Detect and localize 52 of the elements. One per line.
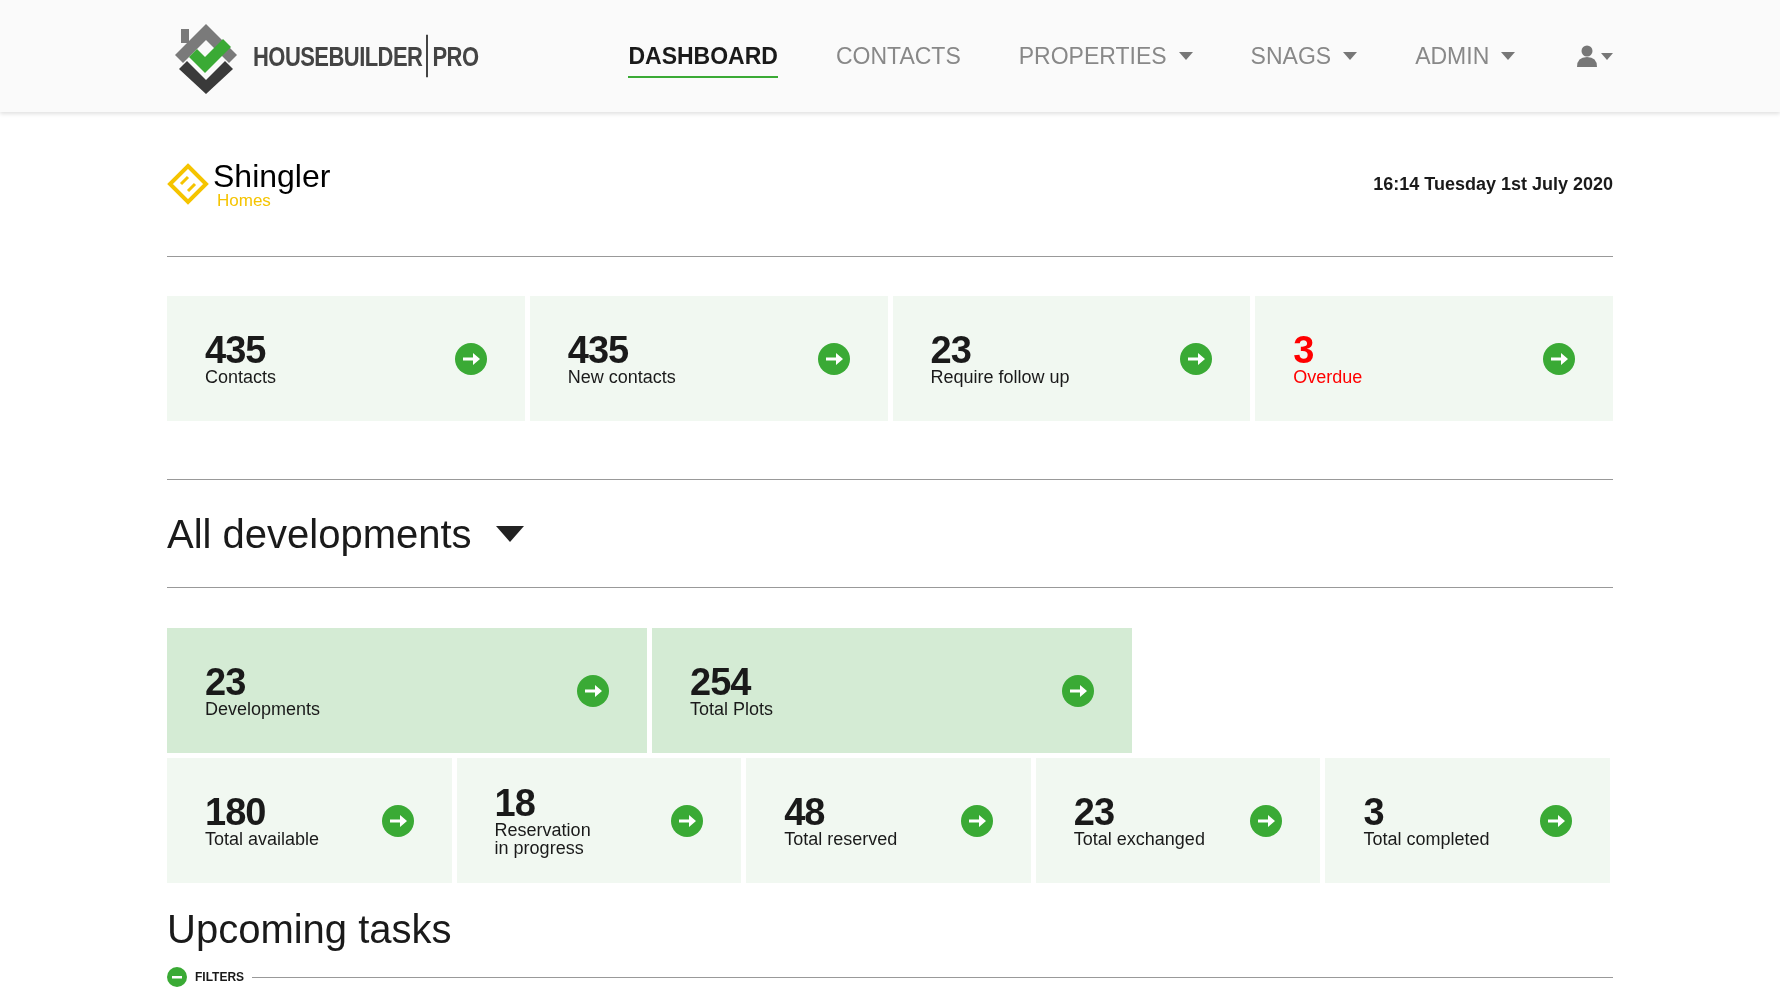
arrow-button-icon[interactable] xyxy=(1062,674,1094,707)
caret-icon xyxy=(1601,52,1613,60)
stat-value: 23 xyxy=(1073,793,1116,830)
stat-value: 435 xyxy=(567,331,630,368)
nav-link[interactable]: PROPERTIES xyxy=(1018,33,1193,79)
arrow-button-icon[interactable] xyxy=(1250,804,1283,837)
nav-link[interactable]: ADMIN xyxy=(1415,33,1516,79)
stat-label: Reservation in progress xyxy=(494,820,591,857)
arrow-button-icon[interactable] xyxy=(577,674,609,707)
arrow-button-icon[interactable] xyxy=(1543,342,1575,375)
stat-label: Overdue xyxy=(1293,367,1363,386)
date-time: 16:14 Tuesday 1st July 2020 xyxy=(1373,172,1613,196)
stat-label: Total completed xyxy=(1363,829,1490,848)
arrow-button-icon[interactable] xyxy=(960,804,993,837)
filters-label: FILTERS xyxy=(195,969,245,986)
stat-label: Total exchanged xyxy=(1073,829,1205,848)
user-menu[interactable] xyxy=(1577,45,1613,67)
stat-label: Contacts xyxy=(205,367,277,386)
arrow-button-icon[interactable] xyxy=(454,342,487,375)
arrow-button-icon[interactable] xyxy=(817,342,850,375)
stat-value: 180 xyxy=(205,793,266,830)
stat-value: 18 xyxy=(494,784,535,821)
stat-value: 23 xyxy=(930,331,971,368)
stat-value: 23 xyxy=(205,663,246,700)
stat-value: 3 xyxy=(1293,331,1314,368)
section-heading: Upcoming tasks xyxy=(167,906,453,953)
stat-label: Developments xyxy=(205,699,321,718)
development-dropdown[interactable]: All developments xyxy=(167,503,524,564)
arrow-button-icon[interactable] xyxy=(1180,342,1213,375)
stat-label: Require follow up xyxy=(930,367,1070,386)
collapse-icon[interactable] xyxy=(167,967,187,987)
stat-value: 3 xyxy=(1363,793,1384,830)
brand-name: HOUSEBUILDER xyxy=(253,39,423,74)
stat-value: 48 xyxy=(784,793,826,830)
brand-suffix: PRO xyxy=(432,39,479,74)
stat-label: Total reserved xyxy=(784,829,898,848)
company-name: Shingler xyxy=(213,159,331,192)
stat-label: Total Plots xyxy=(690,699,774,718)
nav-link[interactable]: CONTACTS xyxy=(835,33,961,79)
stat-value: 435 xyxy=(205,331,266,368)
arrow-button-icon[interactable] xyxy=(1540,804,1572,837)
diamond-logo-icon xyxy=(167,163,209,205)
caret-icon xyxy=(495,525,524,542)
nav-link[interactable]: SNAGS xyxy=(1250,33,1358,79)
user-icon xyxy=(1577,45,1597,67)
arrow-button-icon[interactable] xyxy=(671,804,704,837)
arrow-button-icon[interactable] xyxy=(381,804,414,837)
nav-link[interactable]: DASHBOARD xyxy=(628,33,778,79)
stat-label: Total available xyxy=(205,829,320,848)
stat-value: 254 xyxy=(690,663,752,700)
company-subtitle: Homes xyxy=(217,191,271,209)
stat-label: New contacts xyxy=(567,367,676,386)
